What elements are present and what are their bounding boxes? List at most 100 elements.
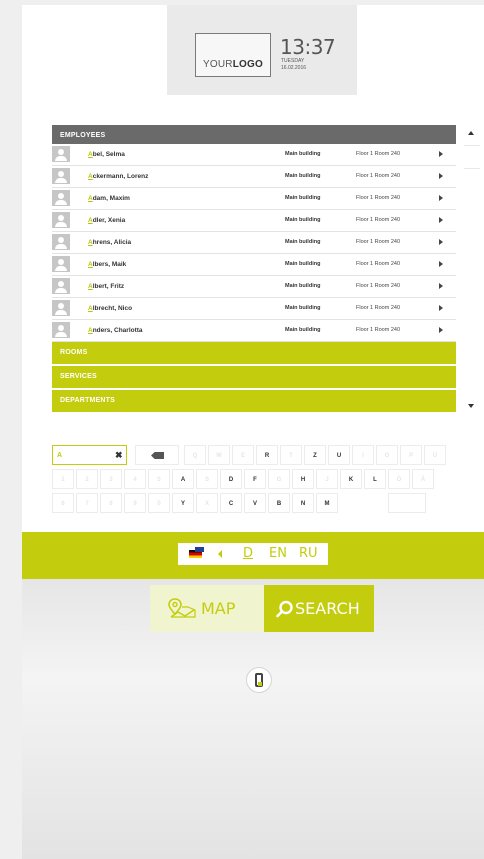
key-n[interactable]: N (292, 493, 314, 513)
directory-list: EMPLOYEES Abel, Selma Main building Floor … (52, 125, 456, 413)
key-o[interactable]: O (376, 445, 398, 465)
key-v[interactable]: V (244, 493, 266, 513)
search-button[interactable]: SEARCH (264, 585, 374, 632)
employee-name: Ahrens, Alicia (88, 239, 132, 246)
avatar-icon (52, 146, 70, 162)
employee-row[interactable]: Albers, Maik Main building Floor 1 Room 24… (52, 254, 456, 276)
key-r[interactable]: R (256, 445, 278, 465)
chevron-right-icon[interactable] (439, 151, 443, 157)
lang-option-d[interactable]: D (243, 546, 253, 561)
employee-row[interactable]: Albert, Fritz Main building Floor 1 Room 2… (52, 276, 456, 298)
employee-room: Floor 1 Room 240 (356, 151, 401, 157)
clear-icon[interactable]: ✖ (115, 450, 123, 461)
key-c[interactable]: C (220, 493, 242, 513)
map-button[interactable]: MAP (150, 585, 264, 632)
key-0[interactable]: 0 (148, 493, 170, 513)
list-scrollbar[interactable] (464, 125, 480, 413)
chevron-right-icon[interactable] (439, 195, 443, 201)
key-5[interactable]: 5 (148, 469, 170, 489)
employee-list: Abel, Selma Main building Floor 1 Room 240… (52, 144, 456, 342)
category-services[interactable]: SERVICES (52, 366, 456, 388)
space-key[interactable] (388, 493, 426, 513)
employee-building: Main building (285, 195, 321, 201)
key-8[interactable]: 8 (100, 493, 122, 513)
key-g[interactable]: G (268, 469, 290, 489)
key-p[interactable]: P (400, 445, 422, 465)
employees-header[interactable]: EMPLOYEES (52, 125, 456, 144)
language-options: D EN RU (222, 543, 328, 565)
key-ö[interactable]: Ö (388, 469, 410, 489)
flag-button[interactable] (178, 543, 222, 565)
employee-row[interactable]: Anders, Charlotta Main building Floor 1 Ro… (52, 320, 456, 342)
key-2[interactable]: 2 (76, 469, 98, 489)
key-q[interactable]: Q (184, 445, 206, 465)
key-7[interactable]: 7 (76, 493, 98, 513)
search-icon (276, 600, 293, 618)
avatar-icon (52, 256, 70, 272)
lang-option-ru[interactable]: RU (299, 546, 318, 561)
employee-building: Main building (285, 327, 321, 333)
search-input[interactable]: A ✖ (52, 445, 127, 465)
key-f[interactable]: F (244, 469, 266, 489)
scroll-thumb[interactable] (464, 145, 480, 169)
key-k[interactable]: K (340, 469, 362, 489)
key-a[interactable]: A (172, 469, 194, 489)
lang-option-en[interactable]: EN (269, 546, 287, 561)
key-d[interactable]: D (220, 469, 242, 489)
date: 16.02.2016 (281, 65, 307, 71)
chevron-right-icon[interactable] (439, 239, 443, 245)
key-m[interactable]: M (316, 493, 338, 513)
key-y[interactable]: Y (172, 493, 194, 513)
clock-date: TUESDAY 16.02.2016 (281, 58, 306, 72)
key-ü[interactable]: Ü (424, 445, 446, 465)
chevron-right-icon[interactable] (439, 283, 443, 289)
logo-text-light: YOUR (203, 59, 233, 70)
scroll-up-icon[interactable] (468, 131, 474, 135)
key-9[interactable]: 9 (124, 493, 146, 513)
employee-room: Floor 1 Room 240 (356, 195, 401, 201)
chevron-right-icon[interactable] (439, 305, 443, 311)
chevron-right-icon[interactable] (439, 217, 443, 223)
key-t[interactable]: T (280, 445, 302, 465)
key-w[interactable]: W (208, 445, 230, 465)
backspace-icon (151, 452, 164, 459)
key-e[interactable]: E (232, 445, 254, 465)
key-ä[interactable]: Ä (412, 469, 434, 489)
mobile-badge (258, 682, 262, 686)
search-value: A (57, 452, 63, 459)
category-rooms[interactable]: ROOMS (52, 342, 456, 364)
key-b[interactable]: B (268, 493, 290, 513)
avatar-icon (52, 212, 70, 228)
key-l[interactable]: L (364, 469, 386, 489)
key-i[interactable]: I (352, 445, 374, 465)
key-3[interactable]: 3 (100, 469, 122, 489)
chevron-right-icon[interactable] (439, 261, 443, 267)
employee-row[interactable]: Albrecht, Nico Main building Floor 1 Room … (52, 298, 456, 320)
employee-name: Ackermann, Lorenz (88, 173, 149, 180)
scroll-down-icon[interactable] (468, 404, 474, 408)
key-j[interactable]: J (316, 469, 338, 489)
key-x[interactable]: X (196, 493, 218, 513)
employee-row[interactable]: Ackermann, Lorenz Main building Floor 1 Ro… (52, 166, 456, 188)
key-u[interactable]: U (328, 445, 350, 465)
employee-row[interactable]: Ahrens, Alicia Main building Floor 1 Room … (52, 232, 456, 254)
chevron-right-icon[interactable] (439, 173, 443, 179)
employee-row[interactable]: Adler, Xenia Main building Floor 1 Room 24… (52, 210, 456, 232)
avatar-icon (52, 234, 70, 250)
employee-room: Floor 1 Room 240 (356, 283, 401, 289)
employee-building: Main building (285, 305, 321, 311)
category-departments[interactable]: DEPARTMENTS (52, 390, 456, 412)
backspace-button[interactable] (135, 445, 179, 465)
key-h[interactable]: H (292, 469, 314, 489)
employee-room: Floor 1 Room 240 (356, 327, 401, 333)
chevron-right-icon[interactable] (439, 327, 443, 333)
employee-name: Adam, Maxim (88, 195, 130, 202)
key-4[interactable]: 4 (124, 469, 146, 489)
key-6[interactable]: 6 (52, 493, 74, 513)
mobile-button[interactable] (246, 667, 272, 693)
employee-row[interactable]: Adam, Maxim Main building Floor 1 Room 240 (52, 188, 456, 210)
key-s[interactable]: S (196, 469, 218, 489)
employee-row[interactable]: Abel, Selma Main building Floor 1 Room 240 (52, 144, 456, 166)
key-1[interactable]: 1 (52, 469, 74, 489)
key-z[interactable]: Z (304, 445, 326, 465)
